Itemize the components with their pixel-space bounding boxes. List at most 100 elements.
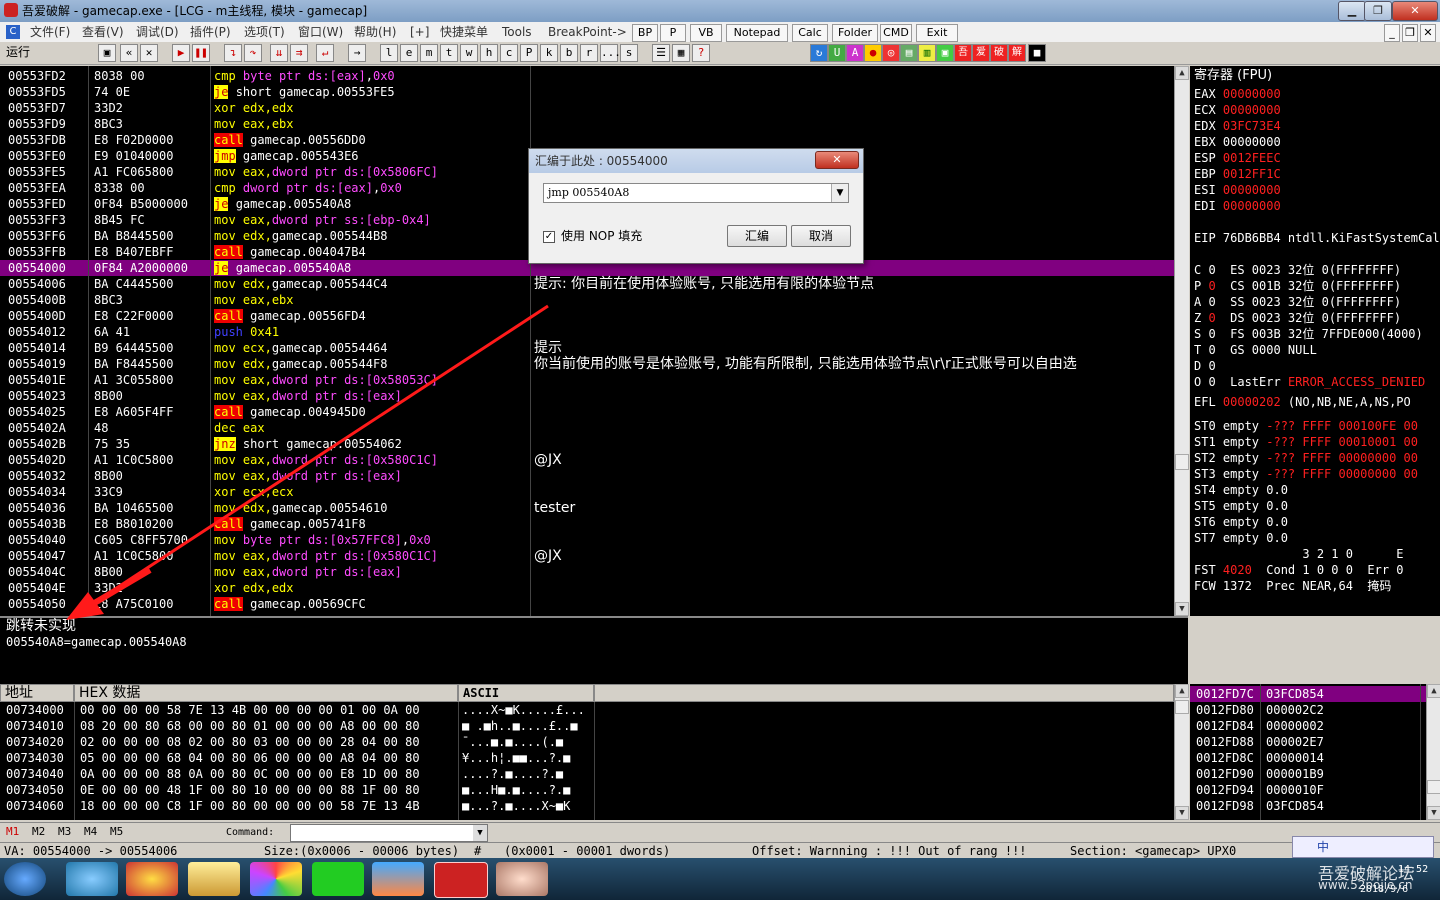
fpu-st3[interactable]: ST3 empty -??? FFFF 00000000 00 <box>1194 466 1418 482</box>
disasm-row[interactable]: 0055403B E8 B8010200 call gamecap.005741F8 <box>0 516 1174 532</box>
list-icon[interactable]: ☰ <box>652 44 670 62</box>
dump-header-address[interactable]: 地址 <box>0 684 74 702</box>
tb-m[interactable]: m <box>420 44 438 62</box>
trace-into-icon[interactable]: ⇊ <box>270 44 288 62</box>
dump-row[interactable]: 00734020 02 00 00 00 08 02 00 80 03 00 00… <box>0 734 1174 750</box>
close-button[interactable]: ✕ <box>1392 1 1438 21</box>
cancel-button[interactable]: 取消 <box>791 225 851 247</box>
mdi-minimize-button[interactable]: _ <box>1384 24 1400 42</box>
dump-scroll-thumb[interactable] <box>1175 700 1189 714</box>
help-icon[interactable]: ? <box>692 44 710 62</box>
disasm-row[interactable]: 00554012 6A 41 push 0x41 <box>0 324 1174 340</box>
disasm-row[interactable]: 00554036 BA 10465500 mov edx,gamecap.00554… <box>0 500 1174 516</box>
menu-plus[interactable]: [+] <box>410 22 429 42</box>
plugin-a-icon[interactable]: A <box>846 44 864 62</box>
menu-help[interactable]: 帮助(H) <box>354 22 396 42</box>
open-icon[interactable]: ▣ <box>98 44 116 62</box>
command-dropdown-icon[interactable]: ▼ <box>473 825 487 841</box>
dump-scrollbar[interactable]: ▲ ▼ <box>1174 684 1189 820</box>
plugin-black-icon[interactable]: ■ <box>1028 44 1046 62</box>
dump-row[interactable]: 00734000 00 00 00 00 58 7E 13 4B 00 00 00… <box>0 702 1174 718</box>
tb-h[interactable]: h <box>480 44 498 62</box>
flag-row[interactable]: D 0 <box>1194 358 1230 374</box>
mdi-close-button[interactable]: ✕ <box>1420 24 1436 42</box>
clock-date[interactable]: 2018/9/6 <box>1360 884 1408 895</box>
disasm-row[interactable]: 0055402A 48 dec eax <box>0 420 1174 436</box>
tab-m1[interactable]: M1 <box>6 825 19 838</box>
menu-options[interactable]: 选项(T) <box>244 22 285 42</box>
register-ecx[interactable]: ECX 00000000 <box>1194 102 1281 118</box>
tb-b[interactable]: b <box>560 44 578 62</box>
menu-file[interactable]: 文件(F) <box>30 22 70 42</box>
clock-time[interactable]: 14:52 <box>1398 864 1428 875</box>
stack-scroll-up-icon[interactable]: ▲ <box>1427 684 1440 698</box>
register-esp[interactable]: ESP 0012FEEC <box>1194 150 1281 166</box>
menu-breakpoint[interactable]: BreakPoint-> <box>548 22 627 42</box>
ie-icon[interactable] <box>66 862 118 896</box>
tb-s[interactable]: s <box>620 44 638 62</box>
plugin-ai-icon[interactable]: 爱 <box>972 44 990 62</box>
folder-button[interactable]: Folder <box>832 24 878 42</box>
plugin-circle-icon[interactable]: ● <box>864 44 882 62</box>
tb-l[interactable]: l <box>380 44 398 62</box>
nop-checkbox[interactable]: ✓ <box>543 231 555 243</box>
vb-button[interactable]: VB <box>690 24 722 42</box>
flag-row[interactable]: S 0 FS 003B 32位 7FFDE000(4000) <box>1194 326 1423 342</box>
dump-row[interactable]: 00734060 18 00 00 00 C8 1F 00 80 00 00 00… <box>0 798 1174 814</box>
iqiyi-icon[interactable] <box>312 862 364 896</box>
dump-scroll-down-icon[interactable]: ▼ <box>1175 806 1189 820</box>
p-button[interactable]: P <box>660 24 686 42</box>
exit-button[interactable]: Exit <box>916 24 958 42</box>
disasm-row[interactable]: 00553FD2 8038 00 cmp byte ptr ds:[eax],0x0 <box>0 68 1174 84</box>
disasm-row[interactable]: 00554040 C605 C8FF5700 mov byte ptr ds:[0x… <box>0 532 1174 548</box>
stack-row[interactable]: 0012FD88 000002E7 <box>1190 734 1426 750</box>
assemble-input[interactable]: jmp 005540A8 ▼ <box>543 183 849 203</box>
tb-e[interactable]: e <box>400 44 418 62</box>
flag-row[interactable]: P 0 CS 001B 32位 0(FFFFFFFF) <box>1194 278 1401 294</box>
disasm-row[interactable]: 00554023 8B00 mov eax,dword ptr ds:[eax] <box>0 388 1174 404</box>
dump-row[interactable]: 00734010 08 20 00 80 68 00 00 80 01 00 00… <box>0 718 1174 734</box>
fpu-st5[interactable]: ST5 empty 0.0 <box>1194 498 1288 514</box>
disasm-row[interactable]: 0055404E 33D2 xor edx,edx <box>0 580 1174 596</box>
fpu-header[interactable]: 3 2 1 0 E <box>1194 546 1403 562</box>
tb-r[interactable]: r <box>580 44 598 62</box>
tb-c[interactable]: c <box>500 44 518 62</box>
stack-scroll-thumb[interactable] <box>1427 780 1440 794</box>
disasm-row[interactable]: 00554006 BA C4445500 mov edx,gamecap.00554… <box>0 276 1174 292</box>
dump-scroll-up-icon[interactable]: ▲ <box>1175 684 1189 698</box>
assemble-button[interactable]: 汇编 <box>727 225 787 247</box>
paint-icon[interactable] <box>250 862 302 896</box>
disasm-row[interactable]: 00553FD5 74 0E je short gamecap.00553FE5 <box>0 84 1174 100</box>
start-button[interactable] <box>4 862 46 896</box>
plugin-wu-icon[interactable]: 吾 <box>954 44 972 62</box>
dump-row[interactable]: 00734050 0E 00 00 00 48 1F 00 80 10 00 00… <box>0 782 1174 798</box>
ime-bar[interactable]: 中 <box>1292 836 1434 858</box>
scroll-down-icon[interactable]: ▼ <box>1175 602 1189 616</box>
step-into-icon[interactable]: ↴ <box>224 44 242 62</box>
notepad-button[interactable]: Notepad <box>726 24 788 42</box>
register-eip[interactable]: EIP 76DB6BB4 ntdll.KiFastSystemCall <box>1194 230 1440 246</box>
dialog-close-button[interactable]: ✕ <box>815 151 859 169</box>
command-input[interactable]: ▼ <box>290 824 488 842</box>
stack-pane[interactable]: 0012FD7C 03FCD854 0012FD80 000002C2 0012FD84… <box>1190 684 1426 820</box>
disasm-row[interactable]: 00553FD9 8BC3 mov eax,ebx <box>0 116 1174 132</box>
grid-icon[interactable]: ▦ <box>672 44 690 62</box>
plugin-u-icon[interactable]: U <box>828 44 846 62</box>
dump-row[interactable]: 00734040 0A 00 00 00 88 0A 00 80 0C 00 00… <box>0 766 1174 782</box>
stack-row[interactable]: 0012FD94 0000010F <box>1190 782 1426 798</box>
step-over-icon[interactable]: ↷ <box>244 44 262 62</box>
disasm-row[interactable]: 00554047 A1 1C0C5800 mov eax,dword ptr ds:… <box>0 548 1174 564</box>
disasm-row[interactable]: 0055400D E8 C22F0000 call gamecap.00556FD4 <box>0 308 1174 324</box>
fpu-st0[interactable]: ST0 empty -??? FFFF 000100FE 00 <box>1194 418 1418 434</box>
explorer-icon[interactable] <box>188 862 240 896</box>
tb-w[interactable]: w <box>460 44 478 62</box>
tab-m2[interactable]: M2 <box>32 825 45 838</box>
register-eax[interactable]: EAX 00000000 <box>1194 86 1281 102</box>
tb-k[interactable]: k <box>540 44 558 62</box>
disasm-row[interactable]: 00554014 B9 64445500 mov ecx,gamecap.00554… <box>0 340 1174 356</box>
plugin-green-icon[interactable]: ▣ <box>936 44 954 62</box>
stack-row[interactable]: 0012FD84 00000002 <box>1190 718 1426 734</box>
flag-row[interactable]: A 0 SS 0023 32位 0(FFFFFFFF) <box>1194 294 1401 310</box>
plugin-chip-icon[interactable]: ▤ <box>900 44 918 62</box>
fpu-fst[interactable]: FST 4020 Cond 1 0 0 0 Err 0 <box>1194 562 1404 578</box>
